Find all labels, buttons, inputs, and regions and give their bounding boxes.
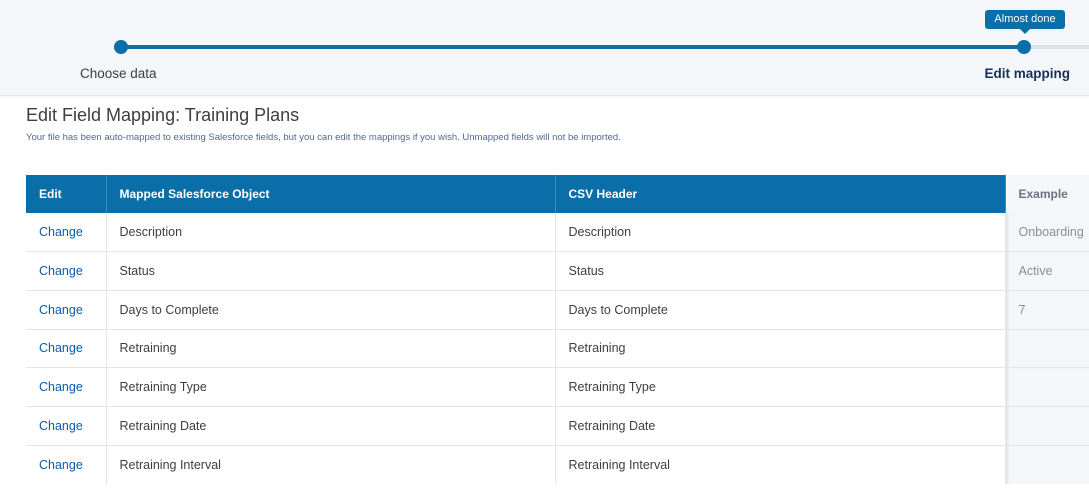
csv-header-cell: Retraining Type xyxy=(555,367,1006,407)
csv-header-cell: Retraining xyxy=(555,329,1006,369)
csv-header-cell: Status xyxy=(555,251,1006,291)
table-row: Change Description Description Onboardin… xyxy=(26,213,1089,253)
step-marker-choose-data[interactable] xyxy=(114,40,128,54)
change-link[interactable]: Change xyxy=(26,213,107,253)
csv-header-cell: Retraining Interval xyxy=(555,445,1006,484)
mapping-table: Edit Mapped Salesforce Object CSV Header… xyxy=(26,175,1089,484)
table-row: Change Days to Complete Days to Complete… xyxy=(26,290,1089,330)
mapped-object-cell: Days to Complete xyxy=(106,290,556,330)
change-link[interactable]: Change xyxy=(26,329,107,369)
tooltip-arrow xyxy=(1020,29,1030,34)
wizard-progress-panel: Choose data Edit mapping Almost done xyxy=(0,0,1089,96)
mapped-object-cell: Retraining xyxy=(106,329,556,369)
table-header-row: Edit Mapped Salesforce Object CSV Header… xyxy=(26,175,1089,213)
example-cell xyxy=(1005,445,1089,484)
change-link[interactable]: Change xyxy=(26,367,107,407)
csv-header-cell: Description xyxy=(555,213,1006,253)
example-cell: Onboarding xyxy=(1005,213,1089,253)
column-header-mapped-object: Mapped Salesforce Object xyxy=(106,175,556,213)
example-cell: Active xyxy=(1005,251,1089,291)
mapped-object-cell: Retraining Date xyxy=(106,406,556,446)
mapped-object-cell: Status xyxy=(106,251,556,291)
mapped-object-cell: Retraining Interval xyxy=(106,445,556,484)
mapped-object-cell: Retraining Type xyxy=(106,367,556,407)
progress-track-remaining xyxy=(1024,45,1089,49)
table-row: Change Retraining Retraining xyxy=(26,329,1089,369)
mapping-table-container[interactable]: Edit Mapped Salesforce Object CSV Header… xyxy=(26,175,1089,493)
change-link[interactable]: Change xyxy=(26,290,107,330)
csv-header-cell: Days to Complete xyxy=(555,290,1006,330)
example-cell xyxy=(1005,406,1089,446)
table-row: Change Retraining Type Retraining Type xyxy=(26,367,1089,407)
step-marker-edit-mapping[interactable] xyxy=(1017,40,1031,54)
page-title: Edit Field Mapping: Training Plans xyxy=(26,105,300,125)
step-label-choose-data[interactable]: Choose data xyxy=(80,66,157,81)
page-description: Your file has been auto-mapped to existi… xyxy=(26,132,621,143)
progress-tooltip: Almost done xyxy=(985,10,1065,29)
column-header-edit: Edit xyxy=(26,175,107,213)
change-link[interactable]: Change xyxy=(26,445,107,484)
progress-track-complete xyxy=(121,45,1024,49)
table-row: Change Status Status Active xyxy=(26,251,1089,291)
column-header-example: Example xyxy=(1004,175,1089,213)
example-cell xyxy=(1005,367,1089,407)
csv-header-cell: Retraining Date xyxy=(555,406,1006,446)
column-header-csv-header: CSV Header xyxy=(555,175,1006,213)
table-row: Change Retraining Interval Retraining In… xyxy=(26,445,1089,484)
example-cell: 7 xyxy=(1005,290,1089,330)
table-row: Change Retraining Date Retraining Date xyxy=(26,406,1089,446)
step-label-edit-mapping: Edit mapping xyxy=(984,66,1071,81)
mapped-object-cell: Description xyxy=(106,213,556,253)
change-link[interactable]: Change xyxy=(26,406,107,446)
example-cell xyxy=(1005,329,1089,369)
change-link[interactable]: Change xyxy=(26,251,107,291)
